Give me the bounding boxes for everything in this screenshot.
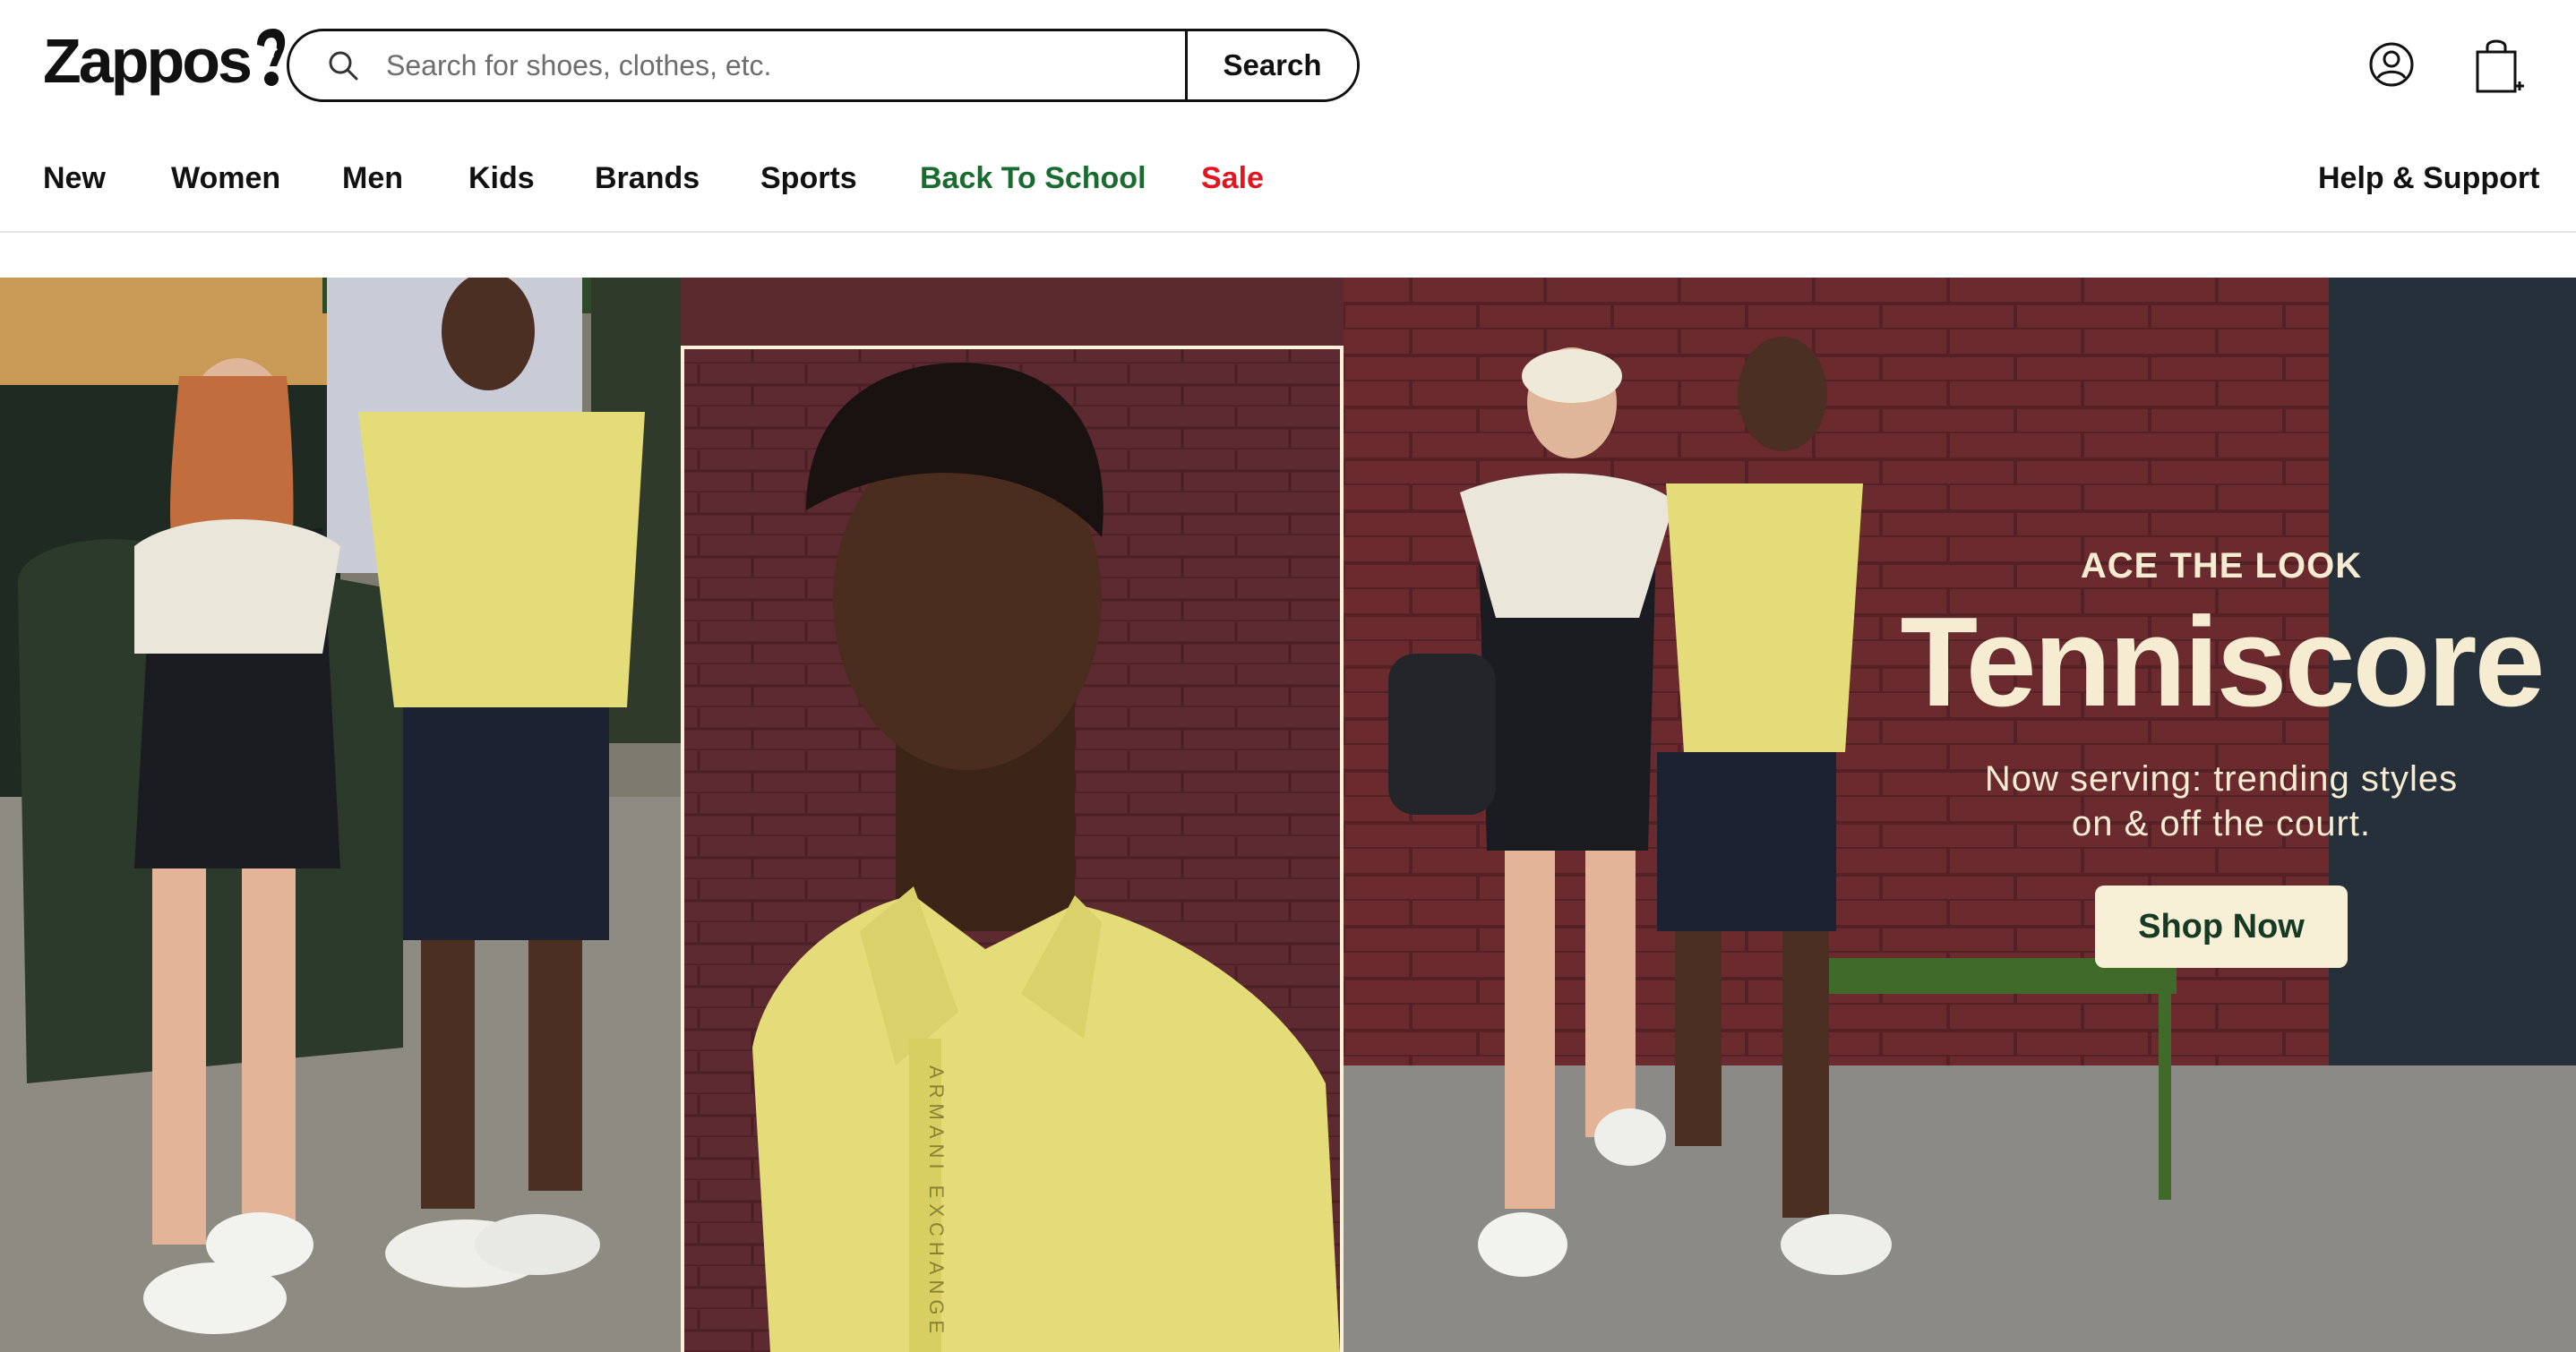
nav-item-help-support[interactable]: Help & Support: [2318, 161, 2539, 196]
logo-wordmark: Zappos: [43, 26, 253, 96]
logo-shoe-mark-icon: [256, 29, 286, 86]
search-icon: [329, 51, 358, 81]
left-street-photo: [0, 278, 681, 1352]
nav-item-back-to-school[interactable]: Back To School: [920, 161, 1146, 196]
nav-item-sale[interactable]: Sale: [1201, 161, 1264, 196]
shop-now-button[interactable]: Shop Now: [2095, 886, 2348, 968]
hero-eyebrow: ACE THE LOOK: [2080, 546, 2363, 586]
nav-item-sports[interactable]: Sports: [760, 161, 857, 196]
hero-copy: ACE THE LOOK Tenniscore Now serving: tre…: [1872, 546, 2571, 968]
hero-title: Tenniscore: [1900, 591, 2545, 733]
search-bar: Search: [287, 29, 1360, 102]
nav-item-brands[interactable]: Brands: [595, 161, 700, 196]
account-icon[interactable]: [2368, 41, 2415, 88]
hero-banner[interactable]: ARMANI EXCHANGE ACE THE LOOK Tenniscore …: [0, 278, 2576, 1352]
zappos-logo[interactable]: Zappos: [43, 16, 291, 106]
search-button[interactable]: Search: [1185, 31, 1357, 99]
center-portrait-photo: ARMANI EXCHANGE: [681, 346, 1344, 1352]
site-header: Zappos Search: [0, 0, 2576, 134]
search-input[interactable]: [384, 31, 1185, 99]
nav-item-kids[interactable]: Kids: [468, 161, 535, 196]
nav-item-women[interactable]: Women: [171, 161, 280, 196]
nav-item-new[interactable]: New: [43, 161, 106, 196]
armani-exchange-label: ARMANI EXCHANGE: [925, 1065, 948, 1339]
shopping-bag-icon[interactable]: [2474, 36, 2526, 95]
hero-subtitle: Now serving: trending styles on & off th…: [1984, 759, 2459, 843]
nav-item-men[interactable]: Men: [342, 161, 403, 196]
main-navigation: New Women Men Kids Brands Sports Back To…: [0, 134, 2576, 233]
